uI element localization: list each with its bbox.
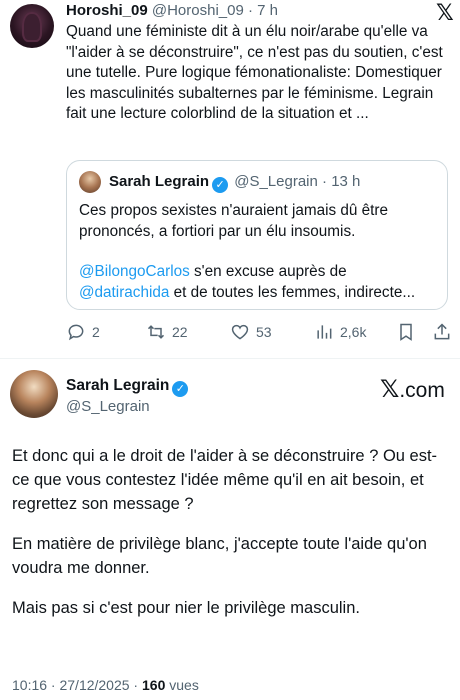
action-bar: 2 22 53 2,6k [66, 320, 450, 344]
author-handle[interactable]: @S_Legrain [66, 397, 150, 416]
mention-link[interactable]: @BilongoCarlos [79, 263, 190, 280]
views-count: 2,6k [340, 324, 367, 340]
tweet-time[interactable]: 7 h [257, 2, 278, 19]
brand-text: .com [399, 379, 445, 402]
quoted-text-fragment: s'en excuse auprès de [189, 263, 347, 280]
divider [0, 358, 460, 359]
time-separator: · [317, 173, 332, 190]
quoted-tweet-card[interactable]: Sarah Legrain ✓ @S_Legrain · 13 h Ces pro… [66, 160, 448, 310]
views-label: vues [165, 677, 199, 693]
views-button[interactable]: 2,6k [314, 320, 366, 344]
repost-icon [147, 325, 165, 339]
like-count: 53 [256, 324, 272, 340]
tweet-time: 13 h [331, 173, 361, 190]
avatar[interactable] [10, 370, 58, 418]
x-com-watermark: 𝕏.com [380, 377, 445, 404]
bookmark-icon [400, 323, 412, 341]
views-icon [317, 325, 332, 339]
share-icon [434, 323, 450, 340]
quoting-tweet[interactable]: Horoshi_09 @Horoshi_09 · 7 h 𝕏 Quand une… [0, 0, 460, 358]
author-handle[interactable]: @Horoshi_09 [152, 2, 244, 19]
author-handle: @S_Legrain [234, 173, 318, 190]
bookmark-button[interactable] [396, 320, 422, 344]
tweet-paragraph: En matière de privilège blanc, j'accepte… [12, 535, 427, 577]
reply-button[interactable]: 2 [66, 320, 100, 344]
time-separator: · [243, 2, 258, 19]
x-logo-icon: 𝕏 [380, 376, 400, 403]
quoted-text-fragment: et de toutes les femmes, indirecte... [169, 283, 416, 301]
quoted-text-1: Ces propos sexistes n'auraient jamais dû… [79, 202, 389, 240]
tweet-paragraph: Et donc qui a le droit de l'aider à se d… [12, 447, 438, 513]
quoted-tweet-text: Ces propos sexistes n'auraient jamais dû… [79, 201, 441, 303]
verified-icon: ✓ [212, 177, 229, 193]
repost-count: 22 [172, 324, 188, 340]
tweet-timestamp[interactable]: 10:16 · 27/12/2025 · [12, 677, 142, 693]
quoted-text-2: @BilongoCarlos s'en excuse auprès de @dat… [79, 262, 441, 303]
author-name[interactable]: Sarah Legrain [66, 377, 169, 394]
tweet-meta: 10:16 · 27/12/2025 · 160 vues [12, 676, 199, 694]
like-icon [231, 324, 249, 340]
verified-icon: ✓ [172, 381, 189, 397]
tweet-paragraph: Mais pas si c'est pour nier le privilège… [12, 599, 360, 617]
tweet-text: Et donc qui a le droit de l'aider à se d… [12, 444, 452, 636]
avatar [79, 171, 101, 193]
reply-icon [68, 324, 84, 341]
avatar[interactable] [10, 4, 54, 48]
author-name[interactable]: Horoshi_09 [66, 2, 148, 19]
x-logo-icon: 𝕏 [436, 0, 454, 25]
repost-button[interactable]: 22 [146, 320, 188, 344]
tweet-header: Horoshi_09 @Horoshi_09 · 7 h [66, 2, 278, 20]
like-button[interactable]: 53 [230, 320, 272, 344]
tweet-text: Quand une féministe dit à un élu noir/ar… [66, 23, 443, 122]
author-name-row: Sarah Legrain ✓ [66, 376, 190, 397]
mention-link[interactable]: @datirachida [79, 284, 169, 301]
reply-count: 2 [92, 324, 100, 340]
share-button[interactable] [432, 320, 458, 344]
author-name: Sarah Legrain [109, 173, 210, 190]
views-count: 160 [142, 677, 166, 693]
quoted-tweet-header: Sarah Legrain ✓ @S_Legrain · 13 h [109, 173, 360, 193]
